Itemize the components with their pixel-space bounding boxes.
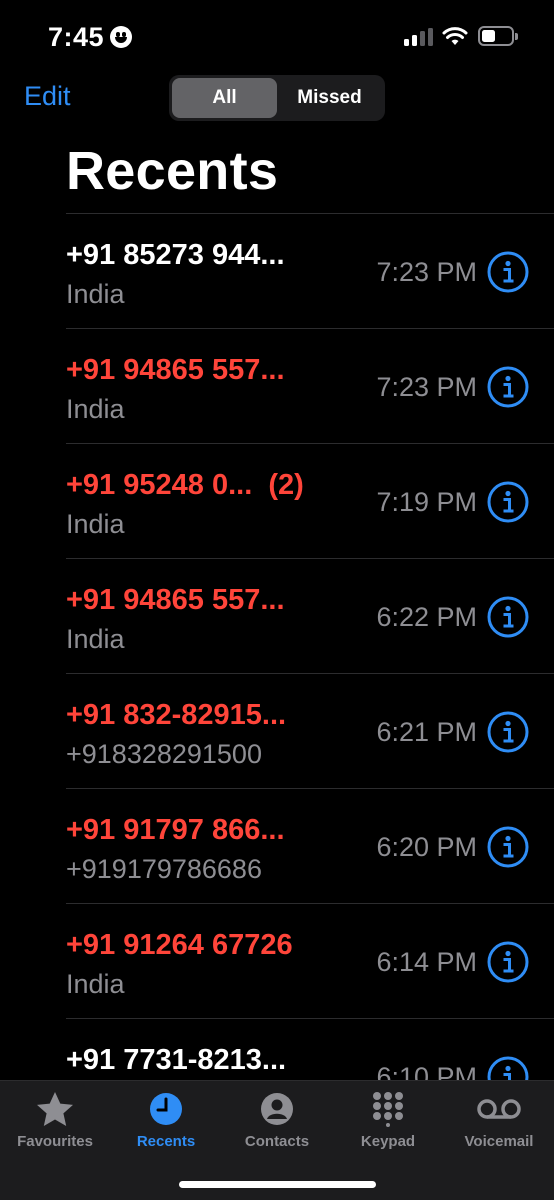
call-location: India [66,969,125,999]
voicemail-icon [477,1099,521,1119]
home-indicator [179,1181,376,1188]
call-time: 6:22 PM [376,602,477,632]
call-time: 7:23 PM [376,372,477,402]
call-row[interactable]: +91 94865 557... India 6:22 PM [0,558,554,673]
call-row[interactable]: +91 94865 557... India 7:23 PM [0,328,554,443]
tab-label: Voicemail [464,1133,534,1150]
call-number-detail: +919179786686 [66,854,262,884]
star-icon [37,1092,73,1126]
call-row[interactable]: +91 832-82915... +918328291500 6:21 PM [0,673,554,788]
person-icon [261,1093,293,1125]
battery-fill [482,30,495,42]
call-number: +91 832-82915... [66,699,287,731]
call-number: +91 91797 866... [66,814,285,846]
call-number: +91 85273 944... [66,239,285,271]
call-number: +91 95248 0... (2) [66,469,304,501]
cellular-signal-icon [404,28,436,46]
wifi-icon [442,27,468,45]
call-row[interactable]: +91 95248 0... (2) India 7:19 PM [0,443,554,558]
info-icon[interactable] [487,251,529,293]
call-location: India [66,394,125,424]
tab-favourites[interactable]: Favourites [0,1091,110,1150]
call-time: 6:14 PM [376,947,477,977]
call-number: +91 91264 67726 [66,929,293,961]
recents-filter-segmented-control: All Missed [169,75,385,121]
call-location: India [66,509,125,539]
call-time: 6:20 PM [376,832,477,862]
tab-keypad[interactable]: Keypad [333,1091,443,1150]
call-location: India [66,624,125,654]
tab-label: Contacts [244,1133,310,1150]
call-number: +91 94865 557... [66,354,285,386]
call-number-detail: +918328291500 [66,739,262,769]
tab-label: Favourites [17,1133,93,1150]
call-time: 7:19 PM [376,487,477,517]
info-icon[interactable] [487,826,529,868]
call-row[interactable]: +91 85273 944... India 7:23 PM [0,213,554,328]
tab-label: Recents [136,1133,196,1150]
recent-calls-list: +91 85273 944... India 7:23 PM +91 94865… [0,213,554,1133]
clock-icon [150,1093,182,1125]
page-title: Recents [66,141,279,201]
info-icon[interactable] [487,711,529,753]
call-time: 6:21 PM [376,717,477,747]
call-number: +91 94865 557... [66,584,285,616]
info-icon[interactable] [487,481,529,523]
call-time: 7:23 PM [376,257,477,287]
segment-all[interactable]: All [172,78,277,118]
tab-label: Keypad [360,1133,416,1150]
call-row[interactable]: +91 91264 67726 India 6:14 PM [0,903,554,1018]
keypad-icon [373,1092,403,1127]
call-number: +91 7731-8213... [66,1044,287,1076]
info-icon[interactable] [487,596,529,638]
tab-voicemail[interactable]: Voicemail [444,1091,554,1150]
status-time: 7:45 [48,22,105,52]
edit-button[interactable]: Edit [24,81,71,112]
smiley-face-icon [110,26,132,48]
segment-missed[interactable]: Missed [277,78,382,118]
call-row[interactable]: +91 91797 866... +919179786686 6:20 PM [0,788,554,903]
status-bar: 7:45 [0,0,554,70]
info-icon[interactable] [487,366,529,408]
tab-contacts[interactable]: Contacts [222,1091,332,1150]
battery-icon [478,26,518,46]
info-icon[interactable] [487,941,529,983]
tab-recents[interactable]: Recents [111,1091,221,1150]
phone-recents-screen: 7:45 Edit All Missed Recents +91 85273 9… [0,0,554,1200]
call-location: India [66,279,125,309]
